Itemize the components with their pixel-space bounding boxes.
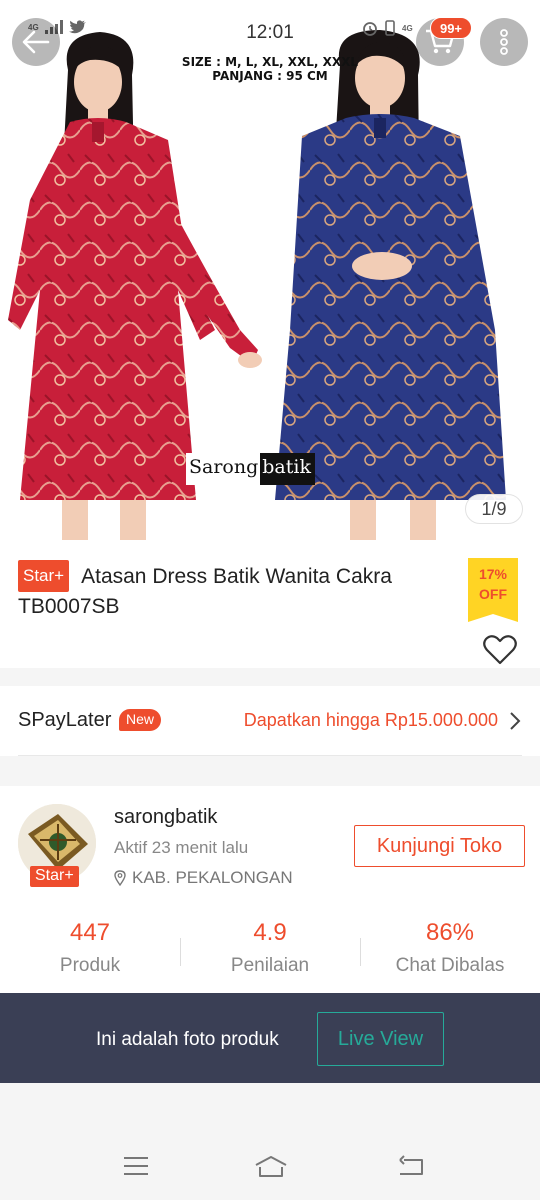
spaylater-promo: Dapatkan hingga Rp15.000.000	[243, 710, 498, 730]
length-info: PANJANG : 95 CM	[212, 69, 328, 83]
chevron-right-icon	[510, 712, 521, 730]
shop-active-status: Aktif 23 menit lalu	[114, 838, 249, 857]
menu-icon[interactable]	[121, 1154, 151, 1178]
discount-off-label: OFF	[479, 586, 507, 602]
product-detail-screen: SIZE : M, L, XL, XXL, XXXL PANJANG : 95 …	[0, 0, 540, 1200]
shop-location-text: KAB. PEKALONGAN	[132, 868, 293, 887]
live-view-banner: Ini adalah foto produk Live View	[0, 993, 540, 1083]
location-pin-icon	[114, 870, 126, 886]
stat-value: 86%	[425, 919, 475, 946]
back-nav-icon[interactable]	[396, 1154, 426, 1178]
cart-count-badge: 99+	[430, 17, 472, 39]
home-icon[interactable]	[254, 1154, 288, 1178]
discount-percent: 17%	[478, 566, 508, 582]
brand-logo-part1: Sarong	[186, 453, 261, 485]
product-title-block: Star+ Atasan Dress Batik Wanita Cakra TB0…	[18, 560, 456, 621]
heart-icon[interactable]	[482, 634, 518, 666]
vibrate-icon	[385, 20, 395, 36]
shop-stats: 447 Produk 4.9 Penilaian 86% Chat Dibala…	[0, 916, 540, 986]
new-badge: New	[119, 709, 162, 731]
spaylater-label: SPayLater	[18, 709, 112, 731]
stat-value: 447	[69, 919, 111, 946]
system-navigation-bar	[0, 1130, 540, 1200]
more-vertical-icon	[500, 29, 508, 55]
live-view-button[interactable]: Live View	[317, 1012, 444, 1066]
stat-label: Produk	[59, 955, 121, 976]
stat-label: Chat Dibalas	[395, 955, 505, 976]
stat-label: Penilaian	[230, 955, 310, 976]
stat-products[interactable]: 447 Produk	[0, 916, 180, 986]
star-plus-badge: Star+	[18, 560, 70, 592]
divider	[18, 755, 522, 756]
brand-logo-part2: batik	[260, 453, 315, 485]
shop-name[interactable]: sarongbatik	[114, 806, 217, 829]
shop-star-plus-badge: Star+	[30, 866, 79, 887]
network-indicator-right: 4G	[402, 23, 413, 33]
stat-chat-response[interactable]: 86% Chat Dibalas	[360, 916, 540, 986]
image-page-indicator: 1/9	[465, 494, 523, 524]
product-title: Atasan Dress Batik Wanita Cakra TB0007SB	[18, 565, 392, 618]
status-icons-right: 4G	[362, 20, 413, 36]
alarm-icon	[363, 22, 377, 36]
arrow-left-icon	[22, 30, 50, 54]
discount-badge: 17% OFF	[468, 558, 518, 622]
shop-location: KAB. PEKALONGAN	[114, 868, 293, 888]
stat-value: 4.9	[253, 919, 287, 946]
product-image-carousel[interactable]: SIZE : M, L, XL, XXL, XXXL PANJANG : 95 …	[0, 0, 540, 540]
banner-text: Ini adalah foto produk	[96, 1029, 279, 1050]
product-info-card: Star+ Atasan Dress Batik Wanita Cakra TB0…	[0, 540, 540, 668]
spaylater-row[interactable]: SPayLater New Dapatkan hingga Rp15.000.0…	[0, 686, 540, 756]
visit-shop-button[interactable]: Kunjungi Toko	[354, 825, 525, 867]
more-options-button[interactable]	[480, 18, 528, 66]
stat-rating[interactable]: 4.9 Penilaian	[180, 916, 360, 986]
brand-logo: Sarong batik	[186, 453, 315, 485]
shop-card: Star+ sarongbatik Aktif 23 menit lalu KA…	[0, 786, 540, 994]
back-button[interactable]	[12, 18, 60, 66]
